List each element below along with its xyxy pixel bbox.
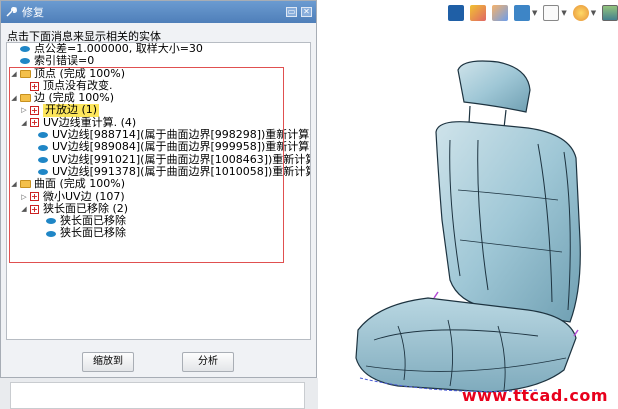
message-tree[interactable]: 点公差=1.000000, 取样大小=30 索引错误=0 ◢ 顶点 (完成 100%)… bbox=[6, 42, 311, 340]
info-ellipse-icon bbox=[46, 230, 56, 237]
tree-item-label: 索引错误=0 bbox=[34, 54, 95, 68]
expand-toggle-icon[interactable]: ◢ bbox=[10, 68, 18, 80]
dialog-title: 修复 bbox=[22, 6, 44, 19]
info-ellipse-icon bbox=[38, 144, 48, 151]
run-icon[interactable] bbox=[448, 5, 464, 21]
analyze-button[interactable]: 分析 bbox=[182, 352, 234, 372]
tree-item[interactable]: ▷ + 开放边 (1) bbox=[7, 103, 310, 117]
dialog-titlebar[interactable]: 修复 ▭ ✕ bbox=[1, 1, 316, 23]
info-ellipse-icon bbox=[38, 132, 48, 139]
paint-icon[interactable] bbox=[470, 5, 486, 21]
tree-item[interactable]: UV边线[989084](属于曲面边界[999958])重新计算完毕. bbox=[7, 141, 310, 153]
close-icon[interactable]: ✕ bbox=[301, 7, 312, 17]
info-ellipse-icon bbox=[20, 58, 30, 65]
plus-box-icon: + bbox=[30, 118, 39, 128]
expand-toggle-icon[interactable]: ◢ bbox=[20, 117, 28, 129]
repair-dialog: 修复 ▭ ✕ 点击下面消息来显示相关的实体 点公差=1.000000, 取样大小… bbox=[0, 0, 317, 378]
expand-toggle-icon[interactable]: ▷ bbox=[20, 191, 28, 203]
tree-item-label: 开放边 (1) bbox=[43, 103, 100, 117]
folder-icon bbox=[20, 94, 31, 103]
tree-item[interactable]: ◢ + 狭长面已移除 (2) bbox=[7, 202, 310, 215]
tree-item-label: 微小UV边 (107) bbox=[43, 189, 125, 203]
tree-item[interactable]: ◢ 曲面 (完成 100%) bbox=[7, 177, 310, 191]
render-icon[interactable] bbox=[572, 5, 589, 21]
zoom-to-button[interactable]: 缩放到 bbox=[82, 352, 134, 372]
tree-item[interactable]: 索引错误=0 bbox=[7, 54, 310, 68]
plus-box-icon: + bbox=[30, 192, 39, 202]
tree-item-label: 曲面 (完成 100%) bbox=[34, 177, 126, 191]
expand-toggle-icon[interactable]: ▷ bbox=[20, 104, 28, 116]
chevron-down-icon[interactable]: ▼ bbox=[591, 9, 596, 17]
hint-text: 点击下面消息来显示相关的实体 bbox=[7, 30, 161, 43]
car-seat-model[interactable] bbox=[338, 40, 600, 400]
wrench-icon bbox=[6, 7, 17, 17]
screen-icon[interactable] bbox=[602, 5, 618, 21]
3d-viewport[interactable]: ▼ ▼ ▼ ▼ bbox=[318, 0, 618, 409]
folder-icon bbox=[20, 180, 31, 189]
tree-item-label: UV边线[989084](属于曲面边界[999958])重新计算完毕. bbox=[52, 140, 311, 154]
tree-item-label: 狭长面已移除 bbox=[60, 226, 126, 240]
expand-toggle-icon[interactable]: ◢ bbox=[20, 203, 28, 215]
chevron-down-icon[interactable]: ▼ bbox=[561, 9, 566, 17]
view-toolbar: ▼ ▼ ▼ ▼ bbox=[448, 4, 618, 22]
info-ellipse-icon bbox=[46, 218, 56, 225]
info-ellipse-icon bbox=[38, 169, 48, 176]
folder-icon bbox=[20, 69, 31, 78]
plus-box-icon: + bbox=[30, 204, 39, 214]
info-ellipse-icon bbox=[20, 46, 30, 53]
cube-icon[interactable] bbox=[514, 5, 530, 21]
shade-icon[interactable] bbox=[492, 5, 508, 21]
tree-item[interactable]: ▷ + 微小UV边 (107) bbox=[7, 189, 310, 203]
watermark: www.ttcad.com bbox=[461, 386, 608, 405]
tree-item[interactable]: 狭长面已移除 bbox=[7, 214, 310, 227]
expand-toggle-icon[interactable]: ◢ bbox=[10, 178, 18, 190]
chevron-down-icon[interactable]: ▼ bbox=[532, 9, 537, 17]
plus-box-icon: + bbox=[30, 106, 39, 116]
restore-icon[interactable]: ▭ bbox=[286, 7, 297, 17]
expand-toggle-icon[interactable]: ◢ bbox=[10, 92, 18, 104]
wireframe-cube-icon[interactable] bbox=[543, 5, 560, 21]
plus-box-icon: + bbox=[30, 81, 39, 91]
info-ellipse-icon bbox=[38, 156, 48, 163]
tree-item[interactable]: 狭长面已移除 bbox=[7, 227, 310, 239]
background-panel bbox=[0, 378, 318, 409]
